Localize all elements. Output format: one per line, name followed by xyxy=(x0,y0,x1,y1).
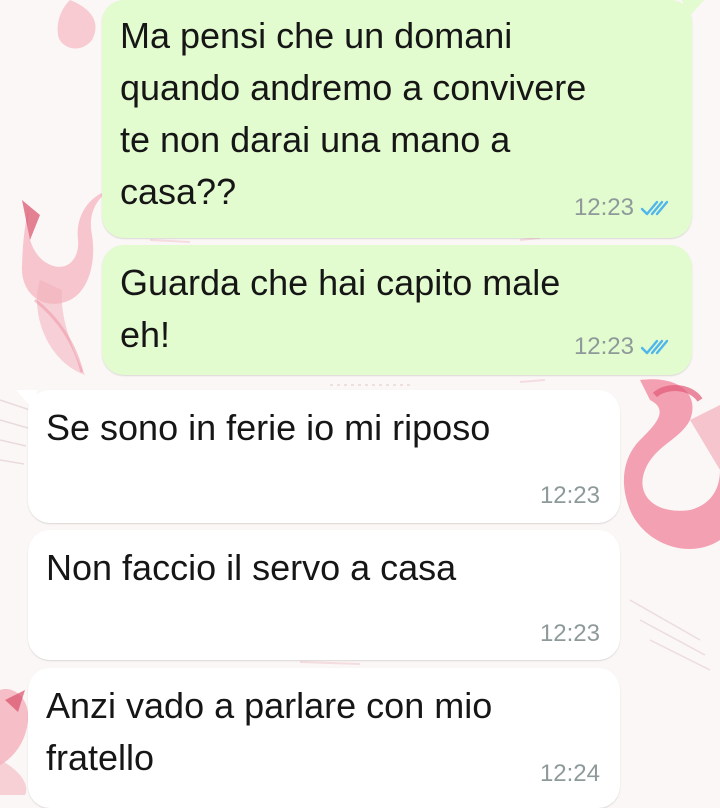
bubble-tail xyxy=(682,0,704,18)
flamingo-wallpaper-right xyxy=(623,379,720,549)
message-text: Ma pensi che un domani quando andremo a … xyxy=(120,15,587,212)
message-text: Se sono in ferie io mi riposo xyxy=(46,407,491,448)
message-time: 12:23 xyxy=(539,482,600,509)
bubble-tail xyxy=(16,390,38,408)
flamingo-wallpaper-bottom-left xyxy=(0,689,29,795)
message-bubble-incoming[interactable]: Non faccio il servo a casa 12:23 xyxy=(28,530,620,660)
leaf-wallpaper-right xyxy=(629,599,711,671)
flamingo-wallpaper-left xyxy=(21,190,110,375)
message-bubble-incoming[interactable]: Se sono in ferie io mi riposo 12:23 xyxy=(16,390,620,523)
message-meta: 12:23 xyxy=(574,333,672,361)
message-bubble-outgoing[interactable]: Guarda che hai capito male eh! 12:23 xyxy=(102,245,692,375)
message-text: Guarda che hai capito male eh! xyxy=(120,262,561,355)
message-time: 12:23 xyxy=(573,194,634,221)
message-bubble-outgoing[interactable]: Ma pensi che un domani quando andremo a … xyxy=(102,0,704,238)
message-bubble-incoming[interactable]: Anzi vado a parlare con mio fratello 12:… xyxy=(28,668,620,808)
double-check-icon xyxy=(640,200,669,216)
message-text: Anzi vado a parlare con mio fratello xyxy=(46,685,493,778)
message-time: 12:23 xyxy=(539,620,600,647)
message-meta: 12:23 xyxy=(540,620,600,648)
message-text: Non faccio il servo a casa xyxy=(46,547,457,588)
message-meta: 12:24 xyxy=(540,760,600,788)
message-meta: 12:23 xyxy=(574,194,672,222)
double-check-icon xyxy=(640,339,669,355)
message-meta: 12:23 xyxy=(540,482,600,510)
flamingo-wallpaper-top-left xyxy=(57,0,96,49)
message-time: 12:23 xyxy=(573,333,634,360)
message-time: 12:24 xyxy=(539,760,600,787)
